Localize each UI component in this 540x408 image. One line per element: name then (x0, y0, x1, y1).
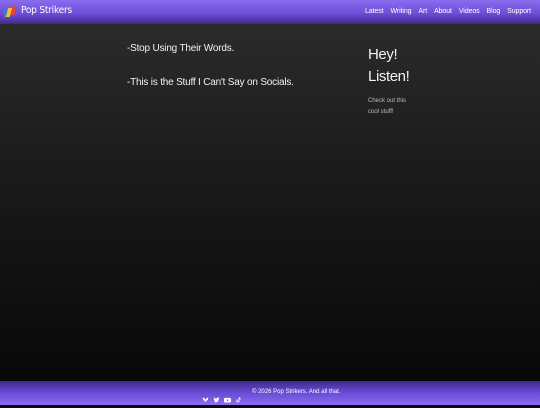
social-links (202, 390, 242, 403)
brand-name[interactable]: Pop Strikers (21, 5, 72, 16)
youtube-icon[interactable] (224, 390, 231, 403)
tiktok-icon[interactable] (235, 390, 242, 403)
nav-art[interactable]: Art (418, 8, 427, 15)
nav-latest[interactable]: Latest (365, 8, 384, 15)
post-link-stop-using-their-words[interactable]: -Stop Using Their Words. (127, 43, 234, 54)
sidebar-text: Check out this cool stuff! (368, 98, 407, 115)
twitter-icon[interactable] (213, 390, 220, 403)
site-header: Pop Strikers Latest Writing Art About Vi… (0, 0, 540, 24)
post-link-stuff-i-cant-say[interactable]: -This is the Stuff I Can't Say on Social… (127, 77, 294, 88)
bluesky-icon[interactable] (202, 390, 209, 402)
site-footer: © 2026 Pop Strikers. And all that. (0, 381, 540, 405)
copyright-text: © 2026 Pop Strikers. And all that. (252, 389, 341, 395)
nav-blog[interactable]: Blog (487, 8, 501, 15)
main-content: -Stop Using Their Words. -This is the St… (0, 24, 540, 381)
nav-writing[interactable]: Writing (390, 8, 411, 15)
logo-icon[interactable] (4, 5, 18, 19)
main-nav: Latest Writing Art About Videos Blog Sup… (365, 8, 531, 15)
nav-support[interactable]: Support (507, 8, 531, 15)
sidebar-title: Hey! Listen! (368, 46, 410, 85)
nav-about[interactable]: About (434, 8, 452, 15)
nav-videos[interactable]: Videos (459, 8, 480, 15)
